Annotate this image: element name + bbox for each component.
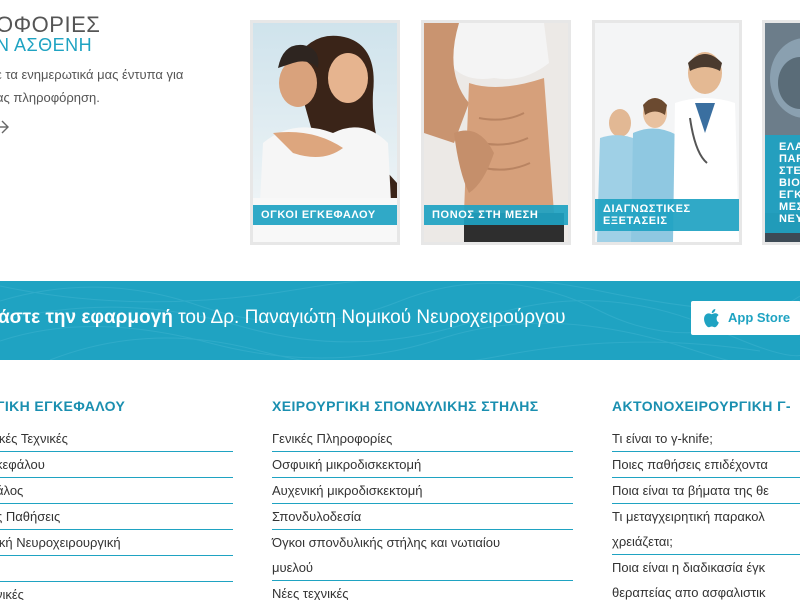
links-column-brain-surgery: ΓΙΚΗ ΕΓΚΕΦΑΛΟΥ ικές Τεχνικές κεφάλου άλο… (0, 398, 233, 600)
card-label: ΔΙΑΓΝΩΣΤΙΚΕΣ ΕΞΕΤΑΣΕΙΣ (595, 199, 739, 231)
list-item[interactable]: άλος (0, 478, 233, 504)
list-item[interactable]: νικές (0, 582, 233, 600)
card-back-pain[interactable]: ΠΟΝΟΣ ΣΤΗ ΜΕΣΗ (421, 20, 571, 245)
card-label: ΠΟΝΟΣ ΣΤΗ ΜΕΣΗ (424, 205, 568, 225)
list-item[interactable]: Ποιες παθήσεις επιδέχοντα (612, 452, 800, 478)
list-item[interactable]: Όγκοι σπονδυλικής στήλης και νωτιαίου μυ… (272, 530, 573, 581)
card-label-line: ΕΛΑ (779, 141, 800, 153)
list-item[interactable]: Τι μεταγχειρητική παρακολ χρειάζεται; (612, 504, 800, 555)
list-item[interactable]: ς Παθήσεις (0, 504, 233, 530)
link-text: ικές Τεχνικές (0, 431, 68, 446)
link-list: Τι είναι το γ-knife; Ποιες παθήσεις επιδ… (612, 426, 800, 600)
card-brain-partial[interactable]: ΕΛΑ ΠΑΡ ΣΤΕ ΒΙΟ ΕΓΚ ΜΕΣ ΝΕΥ (762, 20, 800, 245)
link-text: Οσφυική μικροδισκεκτομή (272, 457, 422, 472)
arrow-right-icon[interactable] (0, 119, 16, 135)
card-label: ΕΛΑ ΠΑΡ ΣΤΕ ΒΙΟ ΕΓΚ ΜΕΣ ΝΕΥ (765, 135, 800, 233)
links-column-radiosurgery: ΑΚΤΟΝΟΧΕΙΡΟΥΡΓΙΚΗ Γ- Τι είναι το γ-knife… (612, 398, 800, 600)
link-text: ική Νευροχειρουργική (0, 535, 121, 550)
column-heading: ΑΚΤΟΝΟΧΕΙΡΟΥΡΓΙΚΗ Γ- (612, 398, 791, 414)
card-label-line: ΕΞΕΤΑΣΕΙΣ (603, 215, 668, 227)
link-text: άλος (0, 483, 24, 498)
list-item[interactable]: Νέες τεχνικές (272, 581, 573, 600)
apple-icon (704, 309, 719, 328)
link-text: μυελού (272, 560, 314, 575)
link-text: Ποιες παθήσεις επιδέχοντα (612, 457, 768, 472)
card-label-line: ΝΕΥ (779, 213, 800, 225)
app-promo-text: άστε την εφαρμογή του Δρ. Παναγιώτη Νομι… (0, 307, 566, 329)
top-section: ΟΦΟΡΙΕΣ Ν ΑΣΘΕΝΗ ε τα ενημερωτικά μας έν… (0, 0, 800, 280)
links-column-spine-surgery: ΧΕΙΡΟΥΡΓΙΚΗ ΣΠΟΝΔΥΛΙΚΗΣ ΣΤΗΛΗΣ Γενικές Π… (272, 398, 573, 600)
link-text: ς Παθήσεις (0, 509, 61, 524)
app-promo-normal: του Δρ. Παναγιώτη Νομικού Νευροχειρούργο… (172, 307, 566, 328)
list-item[interactable]: Γενικές Πληροφορίες (272, 426, 573, 452)
list-item[interactable]: ική Νευροχειρουργική (0, 530, 233, 556)
app-store-label: App Store (728, 310, 791, 325)
list-item[interactable]: Αυχενική μικροδισκεκτομή (272, 478, 573, 504)
link-text: κεφάλου (0, 457, 45, 472)
info-subtitle: Ν ΑΣΘΕΝΗ (0, 35, 93, 55)
list-item[interactable]: Ποια είναι η διαδικασία έγκ θεραπείας απ… (612, 555, 800, 600)
link-text: Νέες τεχνικές (272, 586, 349, 600)
card-label: ΟΓΚΟΙ ΕΓΚΕΦΑΛΟΥ (253, 205, 397, 225)
link-text: χρειάζεται; (612, 534, 673, 549)
list-item[interactable]: Τι είναι το γ-knife; (612, 426, 800, 452)
link-list: ικές Τεχνικές κεφάλου άλος ς Παθήσεις ικ… (0, 426, 233, 600)
card-label-line: ΒΙΟ (779, 177, 800, 189)
link-text: Όγκοι σπονδυλικής στήλης και νωτιαίου (272, 535, 501, 550)
link-list: Γενικές Πληροφορίες Οσφυική μικροδισκεκτ… (272, 426, 573, 600)
card-label-line: ΕΓΚ (779, 189, 800, 201)
card-label-line: ΜΕΣ (779, 201, 800, 213)
link-text (0, 556, 233, 581)
app-store-button[interactable]: App Store (691, 301, 800, 335)
link-text: Τι είναι το γ-knife; (612, 431, 713, 446)
card-label-line: ΔΙΑΓΝΩΣΤΙΚΕΣ (603, 203, 691, 215)
link-text: Τι μεταγχειρητική παρακολ (612, 509, 765, 524)
list-item[interactable] (0, 556, 233, 582)
info-text-line: ε τα ενημερωτικά μας έντυπα για (0, 67, 184, 82)
link-text: Σπονδυλοδεσία (272, 509, 362, 524)
card-diagnostic-exams[interactable]: ΔΙΑΓΝΩΣΤΙΚΕΣ ΕΞΕΤΑΣΕΙΣ (592, 20, 742, 245)
list-item[interactable]: κεφάλου (0, 452, 233, 478)
info-text: ε τα ενημερωτικά μας έντυπα για ας πληρο… (0, 63, 218, 109)
list-item[interactable]: Οσφυική μικροδισκεκτομή (272, 452, 573, 478)
link-text: θεραπείας απο ασφαλιστικ (612, 585, 766, 600)
list-item[interactable]: Σπονδυλοδεσία (272, 504, 573, 530)
link-text: Ποια είναι η διαδικασία έγκ (612, 560, 766, 575)
link-text: Γενικές Πληροφορίες (272, 431, 393, 446)
app-download-band: άστε την εφαρμογή του Δρ. Παναγιώτη Νομι… (0, 281, 800, 360)
link-text: Ποια είναι τα βήματα της θε (612, 483, 769, 498)
card-brain-tumors[interactable]: ΟΓΚΟΙ ΕΓΚΕΦΑΛΟΥ (250, 20, 400, 245)
card-label-line: ΠΑΡ (779, 153, 800, 165)
app-promo-bold: άστε την εφαρμογή (0, 307, 173, 328)
info-text-line: ας πληροφόρηση. (0, 90, 100, 105)
link-text: νικές (0, 587, 24, 600)
column-heading: ΓΙΚΗ ΕΓΚΕΦΑΛΟΥ (0, 398, 126, 414)
card-label-line: ΣΤΕ (779, 165, 800, 177)
list-item[interactable]: ικές Τεχνικές (0, 426, 233, 452)
link-text: Αυχενική μικροδισκεκτομή (272, 483, 423, 498)
list-item[interactable]: Ποια είναι τα βήματα της θε (612, 478, 800, 504)
column-heading: ΧΕΙΡΟΥΡΓΙΚΗ ΣΠΟΝΔΥΛΙΚΗΣ ΣΤΗΛΗΣ (272, 398, 539, 414)
